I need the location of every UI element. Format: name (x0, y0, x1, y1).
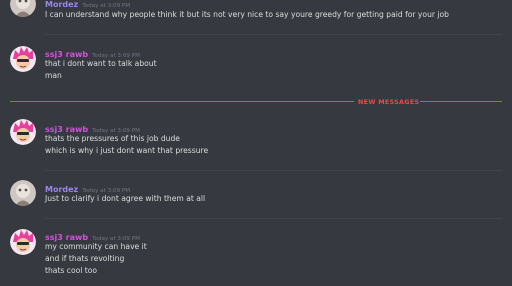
message-separator (45, 218, 502, 219)
mordez-avatar-icon[interactable] (10, 180, 36, 206)
message-text: that i dont want to talk about (45, 59, 157, 68)
message-text: I can understand why people think it but… (45, 10, 449, 19)
message-text: man (45, 71, 62, 80)
message-separator (45, 34, 502, 35)
author-name[interactable]: Mordez (45, 185, 78, 194)
author-name[interactable]: ssj3 rawb (45, 125, 88, 134)
message-text: and if thats revolting (45, 254, 125, 263)
author-name[interactable]: ssj3 rawb (45, 233, 88, 242)
new-messages-label: NEW MESSAGES (358, 98, 420, 106)
message-text: my community can have it (45, 242, 147, 251)
pink-hair-avatar-icon[interactable] (10, 119, 36, 145)
message-text: which is why i just dont want that press… (45, 146, 209, 155)
pink-hair-avatar-icon[interactable] (10, 229, 36, 255)
author-name[interactable]: ssj3 rawb (45, 50, 88, 59)
divider-line-right (420, 101, 502, 102)
message-text: thats the pressures of this job dude (45, 134, 180, 143)
new-messages-divider: NEW MESSAGES (10, 97, 502, 107)
message-timestamp: Today at 3:09 PM (82, 3, 131, 9)
pink-hair-avatar-icon[interactable] (10, 46, 36, 72)
chat-messages-area: Mordez Today at 3:09 PM I can understand … (0, 0, 512, 286)
divider-line-left (10, 101, 354, 102)
author-name[interactable]: Mordez (45, 0, 78, 9)
mordez-avatar-icon[interactable] (10, 0, 36, 17)
message-separator (45, 170, 502, 171)
message-text: thats cool too (45, 266, 98, 275)
message-text: Just to clarify i dont agree with them a… (45, 194, 206, 203)
